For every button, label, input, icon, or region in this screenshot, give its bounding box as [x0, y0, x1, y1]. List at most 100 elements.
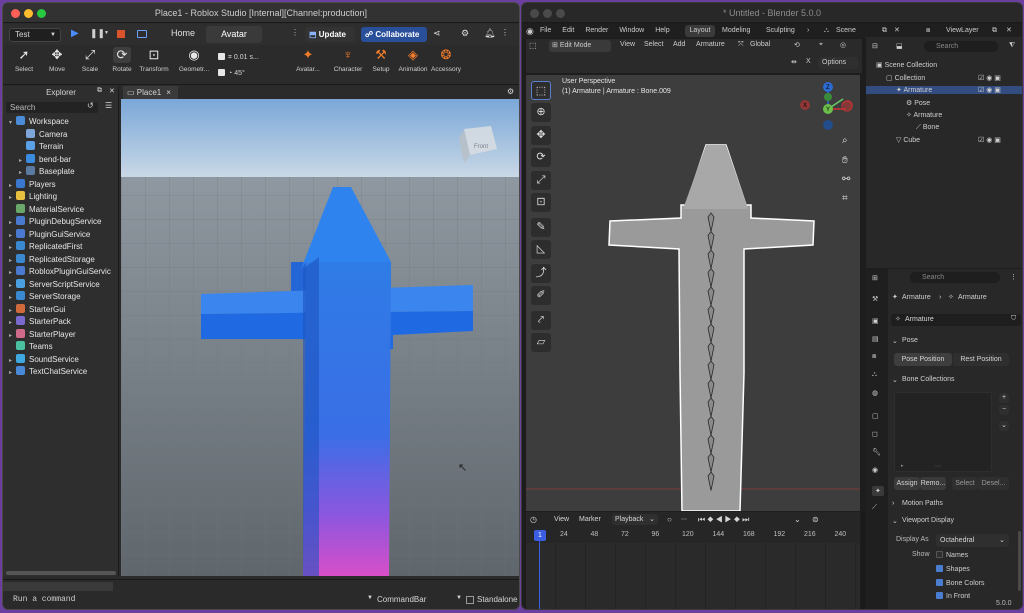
visibility-toggles-icon[interactable]: ☑ ◉ ▣	[978, 74, 1001, 82]
tree-item-replicatedstorage[interactable]: ▸ ReplicatedStorage	[9, 253, 95, 266]
menu-add[interactable]: Add	[673, 41, 685, 48]
tab-avatar[interactable]: Avatar	[206, 26, 262, 43]
mirror-x-toggle[interactable]: X	[806, 58, 811, 65]
properties-scrollbar[interactable]	[1018, 531, 1021, 591]
expand-arrow-icon[interactable]: ▸	[9, 355, 16, 367]
expand-arrow-icon[interactable]: ▸	[9, 192, 16, 204]
minimize-window-button[interactable]	[24, 9, 33, 18]
chevron-down-icon[interactable]: ⌄	[892, 337, 898, 345]
accessory-tool[interactable]: ❂ Accessory	[429, 47, 463, 73]
rotate-increment-field[interactable]: ◔ 45°	[218, 69, 245, 77]
tree-item-pluginguiservice[interactable]: ▸ PluginGuiService	[9, 228, 90, 242]
armature-data-tab-icon[interactable]: ✦	[872, 486, 884, 496]
tab-place1[interactable]: ▭ Place1 ×	[123, 86, 178, 99]
tree-item-starterpack[interactable]: ▸ StarterPack	[9, 316, 71, 328]
bone-collections-header[interactable]: Bone Collections	[902, 376, 955, 383]
mode-dropdown[interactable]: Test ▼	[9, 28, 61, 42]
render-tab-icon[interactable]: ▣	[872, 317, 879, 325]
snap-icon[interactable]: ⌖	[819, 41, 823, 49]
checkbox-icon[interactable]	[218, 69, 225, 76]
tree-item-terrain[interactable]: Terrain	[19, 141, 63, 153]
tab-home[interactable]: Home	[171, 28, 195, 38]
explorer-search-input[interactable]: Search	[6, 102, 98, 113]
expand-arrow-icon[interactable]: ▸	[9, 217, 16, 229]
outliner-row-5[interactable]: ⟋ Bone	[916, 124, 939, 132]
expand-arrow-icon[interactable]: ▸	[9, 280, 16, 292]
names-checkbox[interactable]: Names	[936, 551, 968, 559]
bone-tab-icon[interactable]: ⟋	[872, 504, 877, 512]
more-menu-icon[interactable]: ⋮	[501, 28, 509, 37]
editor-type-icon[interactable]: ⊞	[872, 274, 878, 282]
tree-item-replicatedfirst[interactable]: ▸ ReplicatedFirst	[9, 241, 82, 253]
view-layer-tab-icon[interactable]: ⧈	[872, 353, 876, 361]
tool-tab-icon[interactable]: ⚒	[872, 295, 878, 303]
timeline-menu-view[interactable]: View	[554, 516, 569, 523]
workspace-tab-sculpting[interactable]: Sculpting	[766, 24, 795, 38]
device-emulator-icon[interactable]	[137, 30, 147, 38]
notifications-icon[interactable]: 🔔︎	[484, 28, 495, 39]
visibility-toggles-icon[interactable]: ☑ ◉ ▣	[978, 86, 1001, 94]
expand-arrow-icon[interactable]: ▸	[9, 330, 16, 342]
outliner-search-input[interactable]: Search	[924, 41, 998, 52]
timeline-menu-marker[interactable]: Marker	[579, 516, 601, 523]
tree-item-baseplate[interactable]: ▸ Baseplate	[19, 166, 75, 178]
pose-position-button[interactable]: Pose Position	[894, 353, 952, 366]
clock-icon[interactable]: ◷	[530, 515, 537, 524]
tree-item-bend-bar[interactable]: ▸ bend-bar	[19, 153, 71, 167]
blender-logo-icon[interactable]: ◉	[526, 24, 534, 38]
tree-item-materialservice[interactable]: MaterialService	[9, 203, 84, 216]
blender-3d-viewport[interactable]: User Perspective (1) Armature | Armature…	[526, 75, 860, 511]
chevron-down-icon[interactable]: ⌄	[892, 376, 898, 384]
horizontal-scrollbar[interactable]	[3, 582, 113, 591]
workspace-tab-modeling[interactable]: Modeling	[722, 24, 750, 38]
chevron-down-icon[interactable]: ▼	[456, 595, 462, 601]
pivot-icon[interactable]: ⟲	[794, 41, 800, 49]
editor-type-icon[interactable]: ⊟	[872, 42, 878, 50]
menu-render[interactable]: Render	[585, 24, 608, 38]
object-tab-icon[interactable]: ◻	[872, 430, 878, 438]
expand-arrow-icon[interactable]: ▸	[19, 167, 26, 179]
chevron-right-icon[interactable]: ›	[807, 24, 809, 38]
expand-arrow-icon[interactable]: ▸	[19, 155, 26, 167]
roblox-scene[interactable]: Front ↖	[121, 99, 519, 576]
resize-grip-icon[interactable]: ⋯	[935, 463, 941, 470]
view-layer-selector[interactable]: ViewLayer	[946, 24, 979, 38]
rest-position-button[interactable]: Rest Position	[953, 353, 1009, 366]
pan-hand-icon[interactable]: ✋︎	[842, 155, 848, 166]
current-frame-indicator[interactable]: 1	[534, 530, 546, 541]
filter-icon[interactable]: ☰	[105, 101, 112, 110]
timeline-grid[interactable]	[526, 543, 860, 609]
navigation-gizmo[interactable]: Z Y X	[800, 82, 853, 130]
keying-icon[interactable]: ⋯	[681, 516, 687, 523]
expand-arrow-icon[interactable]: ▾	[9, 117, 16, 129]
tree-item-camera[interactable]: Camera	[19, 128, 67, 141]
geometry-tool[interactable]: ◉ Geometr...	[177, 47, 211, 73]
expand-arrow-icon[interactable]: ▸	[9, 242, 16, 254]
menu-help[interactable]: Help	[655, 24, 669, 38]
command-input[interactable]: Run a command	[13, 595, 75, 604]
maximize-window-button[interactable]	[37, 9, 46, 18]
tree-item-workspace[interactable]: ▾ Workspace	[9, 116, 69, 128]
lock-icon[interactable]: ⊜	[812, 515, 819, 524]
display-as-dropdown[interactable]: Octahedral ⌄	[936, 534, 1009, 547]
scene-tab-icon[interactable]: ⛬	[872, 371, 877, 379]
jump-start-icon[interactable]: ⏮	[698, 515, 707, 524]
tree-item-plugindebugservice[interactable]: ▸ PluginDebugService	[9, 216, 102, 228]
mirror-icon[interactable]: ⇹	[791, 58, 797, 66]
history-icon[interactable]: ↺	[87, 101, 94, 110]
move-tool[interactable]: ✥ Move	[40, 47, 74, 73]
shapes-checkbox[interactable]: Shapes	[936, 565, 970, 573]
expand-arrow-icon[interactable]: ▸	[9, 317, 16, 329]
expand-arrow-icon[interactable]: ▸	[9, 180, 16, 192]
settings-icon[interactable]: ⚙	[507, 87, 514, 96]
expand-arrow-icon[interactable]: ▸	[9, 230, 16, 242]
properties-search-input[interactable]: Search	[910, 272, 1000, 283]
more-icon[interactable]: ⋮	[291, 28, 299, 37]
expand-arrow-icon[interactable]: ▸	[9, 305, 16, 317]
record-icon[interactable]: ○	[667, 515, 672, 524]
setup-tool[interactable]: ⚒ Setup	[364, 47, 398, 73]
checkbox-icon[interactable]	[218, 53, 225, 60]
camera-icon[interactable]: ⚯	[842, 174, 851, 185]
remove-button[interactable]: Remo...	[920, 477, 946, 490]
play-icon[interactable]: ▶	[725, 515, 734, 524]
